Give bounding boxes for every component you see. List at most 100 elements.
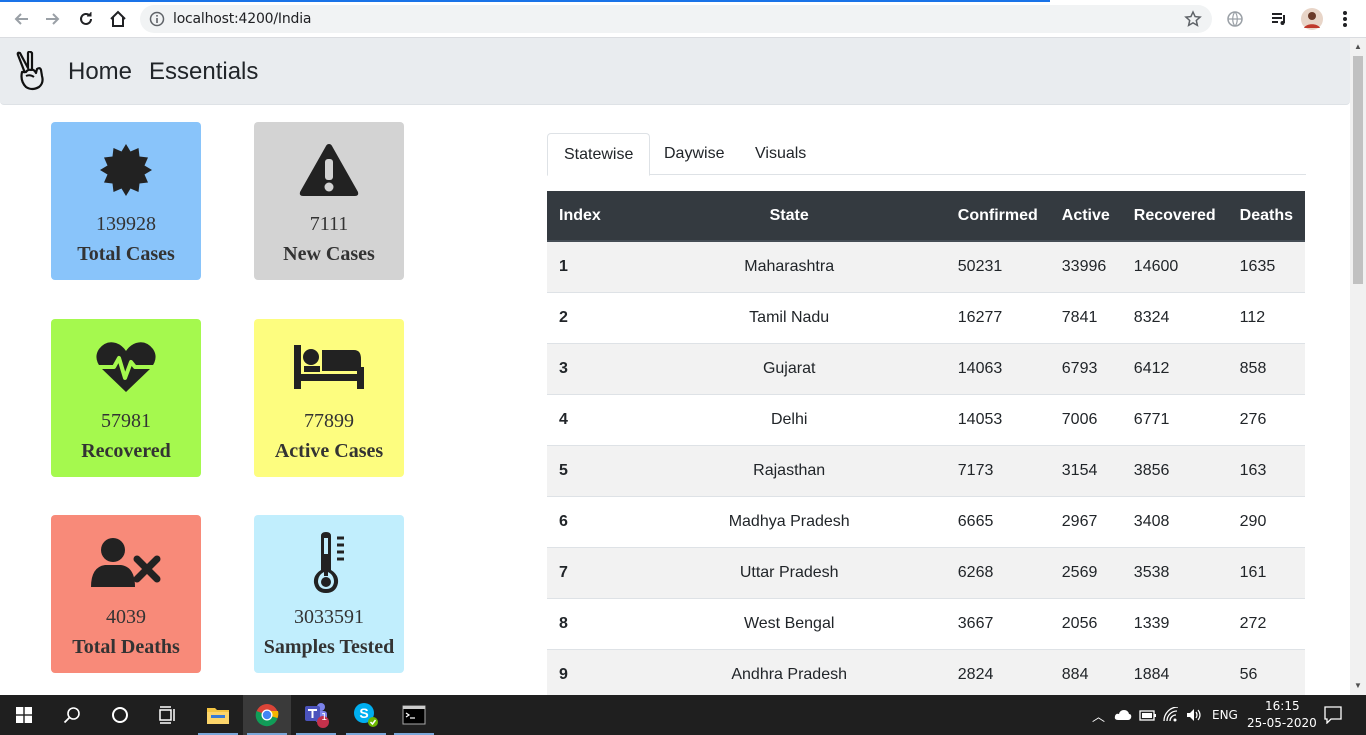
cell-state: Maharashtra (632, 240, 946, 292)
nav-home-link[interactable]: Home (68, 58, 132, 86)
cell-state: Uttar Pradesh (632, 546, 946, 598)
table-header-row: Index State Confirmed Active Recovered D… (547, 191, 1305, 242)
cell-recovered: 3538 (1121, 546, 1228, 598)
media-controls-button[interactable] (1267, 7, 1291, 31)
thermometer-icon (313, 532, 344, 593)
tab-visuals[interactable]: Visuals (739, 133, 822, 175)
header-confirmed[interactable]: Confirmed (945, 191, 1050, 242)
tab-statewise[interactable]: Statewise (547, 133, 651, 176)
file-explorer-taskbar-app[interactable] (194, 695, 242, 735)
cell-deaths: 272 (1227, 597, 1305, 649)
clock-time[interactable]: 16:15 (1265, 699, 1300, 713)
folder-icon (207, 708, 229, 724)
samples-tested-label: Samples Tested (263, 636, 395, 658)
header-recovered[interactable]: Recovered (1121, 191, 1228, 242)
scroll-up-arrow-icon[interactable]: ▲ (1353, 42, 1363, 52)
terminal-taskbar-app[interactable] (390, 695, 438, 735)
action-center-notification-icon[interactable] (1324, 706, 1342, 724)
url-text[interactable]: localhost:4200/India (173, 11, 311, 27)
arrow-right-icon (46, 13, 60, 25)
info-icon[interactable] (149, 11, 165, 27)
table-row[interactable]: 9 Andhra Pradesh 2824 884 1884 56 (547, 648, 1305, 695)
show-hidden-icons-chevron-icon[interactable]: ︿ (1092, 706, 1105, 725)
table-row[interactable]: 3 Gujarat 14063 6793 6412 858 (547, 342, 1305, 394)
active-cases-card: 77899 Active Cases (254, 319, 404, 477)
cortana-button[interactable] (96, 695, 144, 735)
header-state[interactable]: State (632, 191, 946, 242)
app-navbar: Home Essentials (0, 38, 1350, 105)
home-icon (110, 10, 126, 27)
wifi-icon[interactable] (1163, 707, 1179, 723)
browser-menu-button[interactable] (1333, 7, 1357, 31)
table-row[interactable]: 5 Rajasthan 7173 3154 3856 163 (547, 444, 1305, 496)
extension-button[interactable] (1223, 7, 1247, 31)
cell-state: West Bengal (632, 597, 946, 649)
input-language-indicator[interactable]: ENG (1212, 708, 1238, 722)
scrollbar-thumb[interactable] (1353, 56, 1363, 284)
task-view-button[interactable] (144, 695, 192, 735)
total-cases-card: 139928 Total Cases (51, 122, 201, 280)
header-active[interactable]: Active (1049, 191, 1122, 242)
page-scrollbar[interactable]: ▲ ▼ (1350, 38, 1366, 695)
header-deaths[interactable]: Deaths (1227, 191, 1305, 242)
total-cases-value: 139928 (96, 213, 156, 235)
cell-recovered: 1884 (1121, 648, 1228, 695)
clock-date[interactable]: 25-05-2020 (1247, 716, 1317, 730)
globe-icon (1227, 11, 1243, 27)
cell-recovered: 6771 (1121, 393, 1228, 445)
cell-active: 2569 (1049, 546, 1122, 598)
peace-hand-logo-icon[interactable] (14, 51, 48, 91)
start-button[interactable] (0, 695, 48, 735)
table-row[interactable]: 6 Madhya Pradesh 6665 2967 3408 290 (547, 495, 1305, 547)
table-row[interactable]: 1 Maharashtra 50231 33996 14600 1635 (547, 240, 1305, 292)
cell-confirmed: 14053 (945, 393, 1050, 445)
windows-logo-icon (16, 707, 32, 723)
active-cases-value: 77899 (304, 410, 354, 432)
tab-bar: Statewise Daywise Visuals (547, 133, 1306, 176)
bed-icon (294, 345, 364, 389)
scroll-down-arrow-icon[interactable]: ▼ (1353, 681, 1363, 691)
table-row[interactable]: 2 Tamil Nadu 16277 7841 8324 112 (547, 291, 1305, 343)
cell-active: 7841 (1049, 291, 1122, 343)
cell-deaths: 161 (1227, 546, 1305, 598)
battery-icon[interactable] (1139, 708, 1157, 722)
cell-active: 884 (1049, 648, 1122, 695)
cell-recovered: 14600 (1121, 240, 1228, 292)
cell-index: 7 (547, 546, 633, 598)
chrome-icon (255, 704, 279, 727)
bookmark-star-icon[interactable] (1184, 10, 1202, 28)
total-cases-label: Total Cases (77, 243, 175, 265)
reload-button[interactable] (74, 7, 98, 31)
total-deaths-label: Total Deaths (72, 636, 180, 658)
cell-confirmed: 6268 (945, 546, 1050, 598)
back-button[interactable] (9, 7, 33, 31)
home-button[interactable] (106, 7, 130, 31)
table-row[interactable]: 4 Delhi 14053 7006 6771 276 (547, 393, 1305, 445)
search-icon (63, 707, 80, 724)
tab-daywise[interactable]: Daywise (648, 133, 740, 175)
total-deaths-value: 4039 (106, 606, 146, 628)
cell-confirmed: 3667 (945, 597, 1050, 649)
address-bar[interactable]: localhost:4200/India (140, 5, 1212, 33)
skype-taskbar-app[interactable]: S (342, 695, 390, 735)
recovered-value: 57981 (101, 410, 151, 432)
samples-tested-value: 3033591 (294, 606, 364, 628)
header-index[interactable]: Index (547, 191, 633, 242)
teams-taskbar-app[interactable]: 1 (292, 695, 340, 735)
table-row[interactable]: 7 Uttar Pradesh 6268 2569 3538 161 (547, 546, 1305, 598)
cell-index: 1 (547, 240, 633, 292)
nav-essentials-link[interactable]: Essentials (149, 58, 258, 86)
profile-avatar[interactable] (1300, 7, 1324, 31)
search-button[interactable] (48, 695, 96, 735)
cell-deaths: 858 (1227, 342, 1305, 394)
cell-deaths: 56 (1227, 648, 1305, 695)
table-row[interactable]: 8 West Bengal 3667 2056 1339 272 (547, 597, 1305, 649)
page-load-progress (0, 0, 1050, 2)
forward-button[interactable] (41, 7, 65, 31)
cell-recovered: 6412 (1121, 342, 1228, 394)
onedrive-cloud-icon[interactable] (1114, 708, 1132, 722)
chrome-taskbar-app[interactable] (243, 695, 291, 735)
statewise-table: Index State Confirmed Active Recovered D… (547, 191, 1305, 695)
volume-icon[interactable] (1186, 707, 1202, 723)
cell-deaths: 163 (1227, 444, 1305, 496)
